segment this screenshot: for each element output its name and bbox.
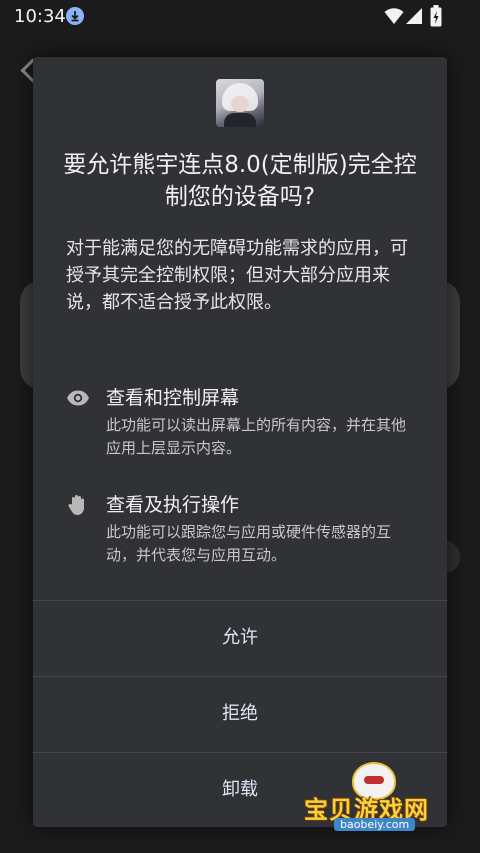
allow-button[interactable]: 允许: [33, 600, 447, 675]
dialog-title: 要允许熊宇连点8.0(定制版)完全控制您的设备吗?: [63, 152, 417, 210]
deny-button[interactable]: 拒绝: [33, 676, 447, 751]
signal-icon: [406, 8, 422, 24]
eye-icon: [67, 390, 89, 406]
accessibility-permission-dialog: 要允许熊宇连点8.0(定制版)完全控制您的设备吗? 对于能满足您的无障碍功能需求…: [33, 57, 447, 827]
permission-title: 查看及执行操作: [106, 494, 240, 516]
battery-charging-icon: [430, 5, 442, 27]
site-watermark: 宝贝游戏网 baobeiy.com: [300, 758, 470, 838]
status-time: 10:34: [14, 6, 66, 27]
permission-description: 此功能可以跟踪您与应用或硬件传感器的互动，并代表您与应用互动。: [106, 523, 392, 564]
permission-title: 查看和控制屏幕: [106, 387, 240, 409]
status-bar: 10:34: [0, 0, 480, 32]
app-avatar-icon: [216, 79, 264, 127]
hand-icon: [68, 495, 84, 515]
permission-description: 此功能可以读出屏幕上的所有内容，并在其他应用上层显示内容。: [106, 416, 407, 457]
wifi-icon: [384, 8, 404, 24]
watermark-url: baobeiy.com: [334, 818, 416, 831]
download-icon: [66, 7, 84, 25]
dialog-description: 对于能满足您的无障碍功能需求的应用，可授予其完全控制权限；但对大部分应用来说，都…: [66, 238, 408, 313]
